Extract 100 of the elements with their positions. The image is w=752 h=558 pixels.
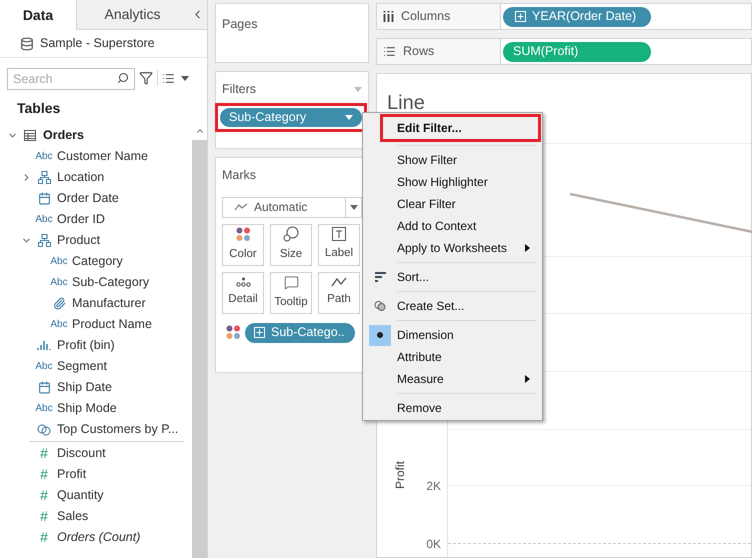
menu-item[interactable]: Show Highlighter xyxy=(363,171,542,193)
detail-dots-icon xyxy=(236,277,250,288)
set-icon xyxy=(374,300,386,312)
mark-property-button[interactable]: Path xyxy=(318,272,360,314)
sheet-title: Line xyxy=(387,92,425,114)
list-view-icon[interactable] xyxy=(162,72,175,84)
field-name[interactable]: Order ID xyxy=(57,210,105,229)
field-name[interactable]: Ship Mode xyxy=(57,399,117,418)
label-icon xyxy=(332,227,346,242)
field-name[interactable]: Ship Date xyxy=(57,378,112,397)
card-title: Filters xyxy=(222,81,256,98)
submenu-arrow-icon xyxy=(525,375,530,383)
menu-item[interactable]: Remove xyxy=(363,397,542,419)
field-type-icon: Abc xyxy=(48,275,70,290)
axis-tick-label: 0K xyxy=(426,536,441,553)
axis-title: Profit xyxy=(392,460,408,492)
menu-item[interactable]: Add to Context xyxy=(363,215,542,237)
field-type-icon: Abc xyxy=(33,401,55,416)
shelf-label: Columns xyxy=(401,8,450,26)
mark-property-button[interactable]: Tooltip xyxy=(270,272,312,314)
field-type-icon: # xyxy=(33,527,55,548)
bar-chart-icon xyxy=(37,340,51,351)
field-name[interactable]: Quantity xyxy=(57,486,104,505)
menu-item[interactable]: Measure xyxy=(363,368,542,390)
expand-icon xyxy=(254,327,265,338)
field-type-icon: # xyxy=(33,464,55,485)
field-name[interactable]: Segment xyxy=(57,357,108,376)
caret-icon xyxy=(181,76,189,80)
shelf-label: Rows xyxy=(403,43,434,60)
menu-item[interactable]: Dimension xyxy=(363,324,542,346)
field-name[interactable]: Order Date xyxy=(57,189,119,208)
field-name[interactable]: Discount xyxy=(57,444,106,463)
tooltip-icon xyxy=(284,274,298,290)
submenu-arrow-icon xyxy=(525,244,530,252)
set-icon xyxy=(37,422,51,436)
field-type-icon: Abc xyxy=(33,359,55,374)
card-title: Marks xyxy=(222,167,258,184)
scrollbar[interactable] xyxy=(192,122,207,558)
field-type-icon: Abc xyxy=(33,212,55,227)
line-icon xyxy=(234,203,248,212)
filter-icon[interactable] xyxy=(139,71,153,85)
mark-property-button[interactable]: Size xyxy=(270,224,312,266)
hierarchy-icon xyxy=(38,171,50,184)
pane-tab[interactable]: Analytics xyxy=(76,0,188,30)
field-name[interactable]: Top Customers by P... xyxy=(57,420,178,439)
data-source-name[interactable]: Sample - Superstore xyxy=(40,34,155,53)
axis-tick-label: 2K xyxy=(426,478,441,495)
color-dots-icon xyxy=(226,325,241,340)
mark-property-button[interactable]: Detail xyxy=(222,272,264,314)
field-pill[interactable]: Sub-Category xyxy=(220,108,362,127)
path-icon xyxy=(331,277,347,288)
caret-icon xyxy=(350,204,358,210)
table-icon xyxy=(24,130,36,141)
field-type-icon: # xyxy=(33,443,55,464)
menu-item[interactable]: Apply to Worksheets xyxy=(363,237,542,259)
menu-item[interactable]: Create Set... xyxy=(363,295,542,317)
mark-property-button[interactable]: Label xyxy=(318,224,360,266)
field-name[interactable]: Sales xyxy=(57,507,88,526)
field-type-icon: # xyxy=(33,485,55,506)
menu-item[interactable]: Edit Filter... xyxy=(363,117,538,139)
field-name[interactable]: Sub-Category xyxy=(72,273,150,292)
field-pill[interactable]: YEAR(Order Date) xyxy=(503,6,651,26)
caret-icon xyxy=(354,86,362,92)
field-pill[interactable]: Sub-Catego.. xyxy=(245,322,355,343)
search-field[interactable]: Search xyxy=(7,68,135,90)
field-name[interactable]: Manufacturer xyxy=(72,294,146,313)
color-dots-icon xyxy=(236,226,250,242)
data-source-icon xyxy=(20,36,34,50)
size-icon xyxy=(283,226,299,242)
mark-property-button[interactable]: Color xyxy=(222,224,264,266)
menu-item[interactable]: Clear Filter xyxy=(363,193,542,215)
rows-icon xyxy=(383,45,396,58)
field-name[interactable]: Profit (bin) xyxy=(57,336,115,355)
field-name[interactable]: Category xyxy=(72,252,123,271)
field-type-icon: Abc xyxy=(33,149,55,164)
field-name[interactable]: Profit xyxy=(57,465,86,484)
field-type-icon: Abc xyxy=(48,254,70,269)
search-icon xyxy=(117,72,129,84)
columns-icon xyxy=(383,11,394,22)
caret-icon xyxy=(345,114,353,120)
expand-icon xyxy=(515,11,526,22)
field-name[interactable]: Location xyxy=(57,168,104,187)
sort-icon xyxy=(374,272,386,282)
field-name[interactable]: Orders (Count) xyxy=(57,528,140,547)
calendar-icon xyxy=(38,381,50,394)
menu-item[interactable]: Show Filter xyxy=(363,149,542,171)
field-type-icon: Abc xyxy=(48,317,70,332)
hierarchy-icon xyxy=(38,234,50,247)
field-name[interactable]: Product Name xyxy=(72,315,152,334)
mark-type-dropdown[interactable]: Automatic xyxy=(222,196,362,218)
menu-item[interactable]: Attribute xyxy=(363,346,542,368)
field-type-icon: # xyxy=(33,506,55,527)
menu-item[interactable]: Sort... xyxy=(363,266,542,288)
table-name[interactable]: Orders xyxy=(43,126,84,145)
calendar-icon xyxy=(38,192,50,205)
card-title: Pages xyxy=(222,17,258,31)
field-name[interactable]: Customer Name xyxy=(57,147,148,166)
tables-heading: Tables xyxy=(17,99,62,118)
field-name[interactable]: Product xyxy=(57,231,100,250)
paperclip-icon xyxy=(52,297,66,310)
